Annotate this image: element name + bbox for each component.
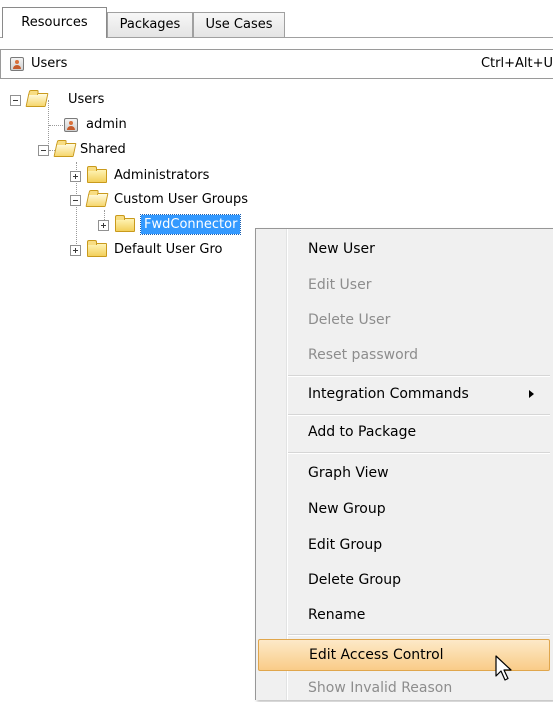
tab-use-cases[interactable]: Use Cases: [193, 12, 285, 37]
users-toolbar[interactable]: Users Ctrl+Alt+U: [0, 49, 553, 79]
tab-strip: Resources Packages Use Cases: [0, 0, 553, 38]
tree-connector: [49, 125, 63, 126]
menu-item-label: Add to Package: [308, 424, 417, 440]
menu-item-edit-user[interactable]: Edit User: [258, 271, 550, 299]
folder-icon: [115, 215, 135, 232]
menu-item-label: New User: [308, 241, 375, 257]
tree-node-admin[interactable]: admin: [64, 113, 214, 137]
menu-separator: [288, 634, 550, 636]
menu-item-delete-user[interactable]: Delete User: [258, 306, 550, 334]
expand-icon[interactable]: [98, 220, 109, 231]
submenu-arrow-icon: [529, 390, 534, 398]
toolbar-shortcut: Ctrl+Alt+U: [480, 56, 553, 71]
folder-icon: [87, 166, 107, 183]
tree-node-label: Administrators: [114, 168, 210, 183]
expand-icon[interactable]: [70, 245, 81, 256]
open-folder-icon: [53, 143, 77, 157]
tree-node-label-selected: FwdConnector: [139, 214, 242, 235]
tree-node-label: Users: [68, 92, 105, 107]
tab-packages[interactable]: Packages: [107, 12, 193, 37]
tree-node-label: Default User Gro: [114, 242, 223, 257]
tree-node-custom-user-groups[interactable]: Custom User Groups: [70, 188, 310, 212]
menu-item-label: Show Invalid Reason: [308, 680, 453, 696]
menu-item-delete-group[interactable]: Delete Group: [258, 566, 550, 594]
menu-item-new-user[interactable]: New User: [258, 235, 550, 263]
menu-item-label: Graph View: [308, 465, 389, 481]
user-icon: [64, 118, 78, 132]
collapse-icon[interactable]: [38, 145, 49, 156]
tree-node-label: Custom User Groups: [114, 192, 249, 207]
context-menu: New User Edit User Delete User Reset pas…: [255, 228, 553, 700]
open-folder-icon: [25, 93, 49, 107]
menu-item-label: Reset password: [308, 347, 419, 363]
menu-item-label: Edit Group: [308, 537, 383, 553]
tree-node-users[interactable]: Users: [10, 88, 210, 112]
tree-node-label: admin: [86, 117, 127, 132]
menu-item-label: Edit Access Control: [309, 647, 444, 663]
menu-item-reset-password[interactable]: Reset password: [258, 341, 550, 369]
menu-separator: [288, 414, 550, 416]
mouse-cursor-icon: [495, 655, 512, 681]
menu-item-edit-group[interactable]: Edit Group: [258, 531, 550, 559]
menu-item-label: Rename: [308, 607, 366, 623]
toolbar-title: Users: [31, 56, 68, 71]
open-folder-icon: [85, 193, 109, 207]
collapse-icon[interactable]: [70, 195, 81, 206]
collapse-icon[interactable]: [10, 95, 21, 106]
menu-item-new-group[interactable]: New Group: [258, 495, 550, 523]
menu-item-graph-view[interactable]: Graph View: [258, 459, 550, 487]
tree-node-shared[interactable]: Shared: [38, 138, 238, 162]
tree-node-default-user-groups[interactable]: Default User Gro: [70, 238, 255, 262]
folder-icon: [87, 240, 107, 257]
menu-item-label: Delete Group: [308, 572, 402, 588]
tree-node-administrators[interactable]: Administrators: [70, 164, 290, 188]
expand-icon[interactable]: [70, 171, 81, 182]
user-icon: [10, 57, 24, 71]
menu-item-label: Integration Commands: [308, 386, 469, 402]
menu-separator: [288, 375, 550, 377]
menu-item-label: Edit User: [308, 277, 372, 293]
menu-item-add-to-package[interactable]: Add to Package: [258, 418, 550, 446]
menu-item-integration-commands[interactable]: Integration Commands: [258, 380, 550, 408]
menu-separator: [288, 452, 550, 454]
tab-resources[interactable]: Resources: [2, 7, 107, 38]
menu-item-label: New Group: [308, 501, 386, 517]
menu-item-rename[interactable]: Rename: [258, 601, 550, 629]
menu-item-label: Delete User: [308, 312, 391, 328]
tree-node-label: Shared: [80, 142, 126, 157]
